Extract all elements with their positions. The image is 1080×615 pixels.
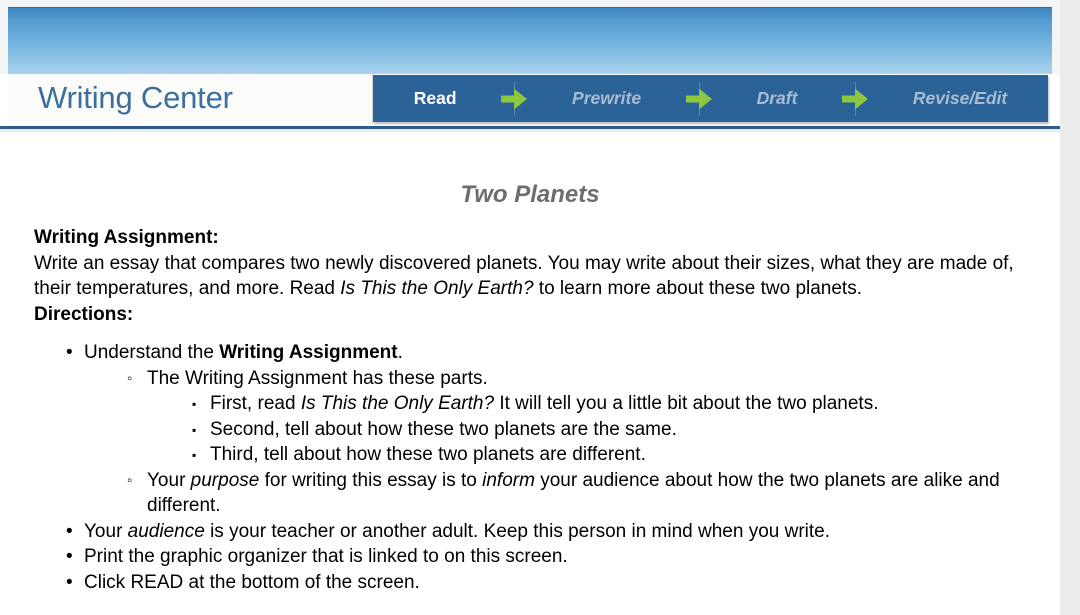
brand-title: Writing Center bbox=[38, 80, 233, 115]
bullet-text-part2: is your teacher or another adult. Keep t… bbox=[204, 520, 831, 542]
assignment-text-title: Is This the Only Earth? bbox=[340, 278, 534, 299]
list-item: • Click READ at the bottom of the screen. bbox=[0, 570, 1060, 596]
bullet-disc-icon: • bbox=[66, 571, 73, 593]
banner-gradient bbox=[8, 7, 1052, 74]
bullet-disc-icon: • bbox=[66, 520, 73, 542]
bullet-text: The Writing Assignment has these parts. bbox=[147, 367, 488, 389]
directions-sublist: ◦ The Writing Assignment has these parts.… bbox=[84, 366, 1060, 519]
page-title: Two Planets bbox=[460, 181, 600, 208]
bullet-disc-icon: • bbox=[66, 546, 73, 567]
step-read[interactable]: Read bbox=[373, 88, 497, 109]
list-item: ▪ First, read Is This the Only Earth? It … bbox=[147, 391, 1060, 417]
green-right-arrow-icon bbox=[682, 81, 716, 116]
bullet-circle-icon: ◦ bbox=[127, 369, 133, 387]
bullet-text-bold: Writing Assignment bbox=[219, 342, 398, 363]
step-revise-edit[interactable]: Revise/Edit bbox=[872, 88, 1048, 109]
directions-list: • Understand the Writing Assignment. ◦ The… bbox=[0, 340, 1060, 595]
list-item: ▪ Second, tell about how these two planet… bbox=[147, 417, 1060, 443]
bullet-text: Third, tell about how these two planets … bbox=[210, 444, 646, 465]
brand-container: Writing Center bbox=[8, 74, 373, 124]
assignment-heading: Writing Assignment: bbox=[34, 227, 219, 248]
bullet-text-part1: Your bbox=[147, 469, 191, 491]
list-item: • Print the graphic organizer that is lin… bbox=[0, 544, 1060, 570]
bullet-text-part2: . bbox=[397, 342, 403, 363]
assignment-text: Write an essay that compares two newly d… bbox=[0, 251, 1060, 302]
bullet-text-part2: for writing this essay is to bbox=[259, 469, 483, 491]
bullet-text-italic1: purpose bbox=[190, 469, 260, 491]
bullet-square-icon: ▪ bbox=[192, 422, 197, 437]
step-prewrite[interactable]: Prewrite bbox=[531, 88, 682, 109]
bullet-text: Print the graphic organizer that is link… bbox=[84, 546, 568, 567]
list-item: • Understand the Writing Assignment. ◦ The… bbox=[0, 340, 1060, 519]
bullet-text-part1: Your bbox=[84, 520, 128, 542]
bullet-text-part1: First, read bbox=[210, 393, 301, 414]
bullet-square-icon: ▪ bbox=[192, 448, 197, 462]
directions-subsublist: ▪ First, read Is This the Only Earth? It … bbox=[147, 391, 1060, 468]
page-frame: Writing Center Read Prewrite Draft Revis… bbox=[0, 0, 1060, 615]
banner-container bbox=[0, 0, 1060, 74]
green-right-arrow-icon bbox=[838, 81, 872, 116]
step-navigation[interactable]: Read Prewrite Draft Revise/Edit bbox=[373, 75, 1048, 122]
bullet-text-italic: audience bbox=[127, 520, 205, 542]
bullet-text-part2: It will tell you a little bit about the … bbox=[494, 393, 879, 414]
header-bar: Writing Center Read Prewrite Draft Revis… bbox=[0, 74, 1060, 128]
list-item: • Your audience is your teacher or anothe… bbox=[0, 519, 1060, 545]
assignment-text-part2: to learn more about these two planets. bbox=[533, 278, 862, 299]
bullet-circle-icon: ◦ bbox=[127, 471, 133, 489]
step-draft[interactable]: Draft bbox=[716, 88, 838, 109]
list-item: ◦ Your purpose for writing this essay is … bbox=[84, 468, 1060, 519]
bullet-text: Second, tell about how these two planets… bbox=[210, 418, 677, 440]
directions-heading: Directions: bbox=[34, 303, 134, 325]
bullet-text: Click READ at the bottom of the screen. bbox=[84, 571, 420, 593]
list-item: ▪ Third, tell about how these two planets… bbox=[147, 442, 1060, 468]
list-item: ◦ The Writing Assignment has these parts.… bbox=[84, 366, 1060, 468]
bullet-disc-icon: • bbox=[66, 342, 73, 363]
lesson-content: Two Planets Writing Assignment: Write an… bbox=[0, 132, 1060, 615]
bullet-square-icon: ▪ bbox=[192, 397, 197, 411]
bullet-text-italic2: inform bbox=[482, 469, 535, 491]
bullet-text-part1: Understand the bbox=[84, 342, 220, 363]
green-right-arrow-icon bbox=[497, 81, 531, 116]
bullet-text-title: Is This the Only Earth? bbox=[300, 393, 495, 414]
